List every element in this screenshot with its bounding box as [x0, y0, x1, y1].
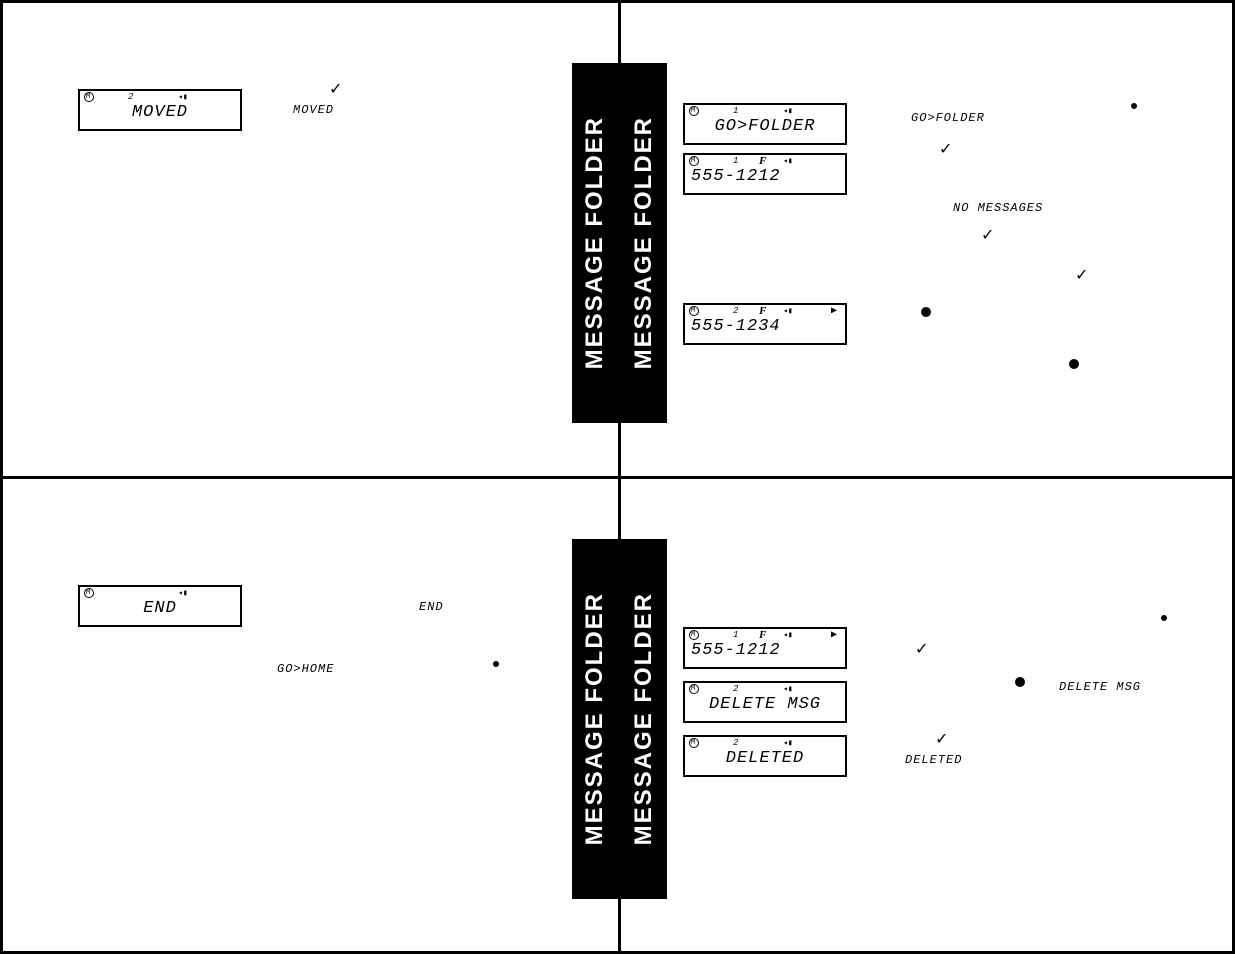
- arrow-right-icon: ▶: [831, 629, 837, 641]
- bullet-icon: [1069, 359, 1079, 369]
- speaker-icon: ◂▮: [783, 738, 793, 748]
- caption-deletemsg: DELETE MSG: [1059, 680, 1141, 694]
- tab-label: MESSAGE FOLDER: [581, 592, 609, 845]
- bullet-icon: [921, 307, 931, 317]
- motorola-icon: [689, 738, 699, 748]
- motorola-icon: [689, 306, 699, 316]
- speaker-icon: ◂▮: [783, 306, 793, 316]
- speaker-icon: ◂▮: [783, 156, 793, 166]
- check-icon: ✓: [1075, 265, 1088, 285]
- lcd-5551234: 2 F ◂▮ ▶ 555-1234: [683, 303, 847, 345]
- motorola-icon: [689, 156, 699, 166]
- motorola-icon: [689, 630, 699, 640]
- caption-end: END: [419, 600, 444, 614]
- lcd-text: DELETED: [685, 749, 845, 773]
- lcd-index: 2: [733, 738, 738, 748]
- lcd-text: GO>FOLDER: [685, 117, 845, 141]
- lcd-5551212-b: 1 F ◂▮ ▶ 555-1212: [683, 627, 847, 669]
- lcd-index: 2: [128, 92, 133, 102]
- speaker-icon: ◂▮: [783, 684, 793, 694]
- bullet-icon: [1131, 103, 1137, 109]
- lcd-index: 1: [733, 630, 738, 640]
- lcd-text: END: [80, 599, 240, 623]
- side-tab: MESSAGE FOLDER: [572, 539, 618, 899]
- lcd-5551212: 1 F ◂▮ 555-1212: [683, 153, 847, 195]
- lcd-text: 555-1212: [685, 641, 845, 665]
- lcd-moved: 2 ◂▮ MOVED: [78, 89, 242, 131]
- motorola-icon: [689, 106, 699, 116]
- bullet-icon: [1161, 615, 1167, 621]
- lcd-index: 1: [733, 156, 738, 166]
- motorola-icon: [84, 92, 94, 102]
- tab-label: MESSAGE FOLDER: [630, 116, 658, 369]
- folder-indicator: F: [759, 305, 766, 317]
- check-icon: ✓: [935, 729, 948, 749]
- side-tab: MESSAGE FOLDER: [621, 63, 667, 423]
- lcd-text: 555-1234: [685, 317, 845, 341]
- speaker-icon: ◂▮: [783, 106, 793, 116]
- caption-nomessages: NO MESSAGES: [953, 201, 1043, 215]
- motorola-icon: [689, 684, 699, 694]
- arrow-right-icon: ▶: [831, 305, 837, 317]
- lcd-index: 1: [733, 106, 738, 116]
- lcd-end: ◂▮ END: [78, 585, 242, 627]
- lcd-text: MOVED: [80, 103, 240, 127]
- side-tab: MESSAGE FOLDER: [572, 63, 618, 423]
- check-icon: ✓: [939, 139, 952, 159]
- lcd-text: DELETE MSG: [685, 695, 845, 719]
- lcd-text: 555-1212: [685, 167, 845, 191]
- folder-indicator: F: [759, 155, 766, 167]
- caption-gohome: GO>HOME: [277, 662, 334, 676]
- tab-label: MESSAGE FOLDER: [581, 116, 609, 369]
- caption-deleted: DELETED: [905, 753, 962, 767]
- check-icon: ✓: [981, 225, 994, 245]
- lcd-index: 2: [733, 306, 738, 316]
- motorola-icon: [84, 588, 94, 598]
- side-tab: MESSAGE FOLDER: [621, 539, 667, 899]
- speaker-icon: ◂▮: [178, 92, 188, 102]
- folder-indicator: F: [759, 629, 766, 641]
- tab-label: MESSAGE FOLDER: [630, 592, 658, 845]
- caption-moved: MOVED: [293, 103, 334, 117]
- bullet-icon: [493, 661, 499, 667]
- check-icon: ✓: [329, 79, 342, 99]
- caption-gofolder: GO>FOLDER: [911, 111, 985, 125]
- lcd-deletemsg: 2 ◂▮ DELETE MSG: [683, 681, 847, 723]
- speaker-icon: ◂▮: [178, 588, 188, 598]
- speaker-icon: ◂▮: [783, 630, 793, 640]
- lcd-deleted: 2 ◂▮ DELETED: [683, 735, 847, 777]
- lcd-gofolder: 1 ◂▮ GO>FOLDER: [683, 103, 847, 145]
- lcd-index: 2: [733, 684, 738, 694]
- check-icon: ✓: [915, 639, 928, 659]
- bullet-icon: [1015, 677, 1025, 687]
